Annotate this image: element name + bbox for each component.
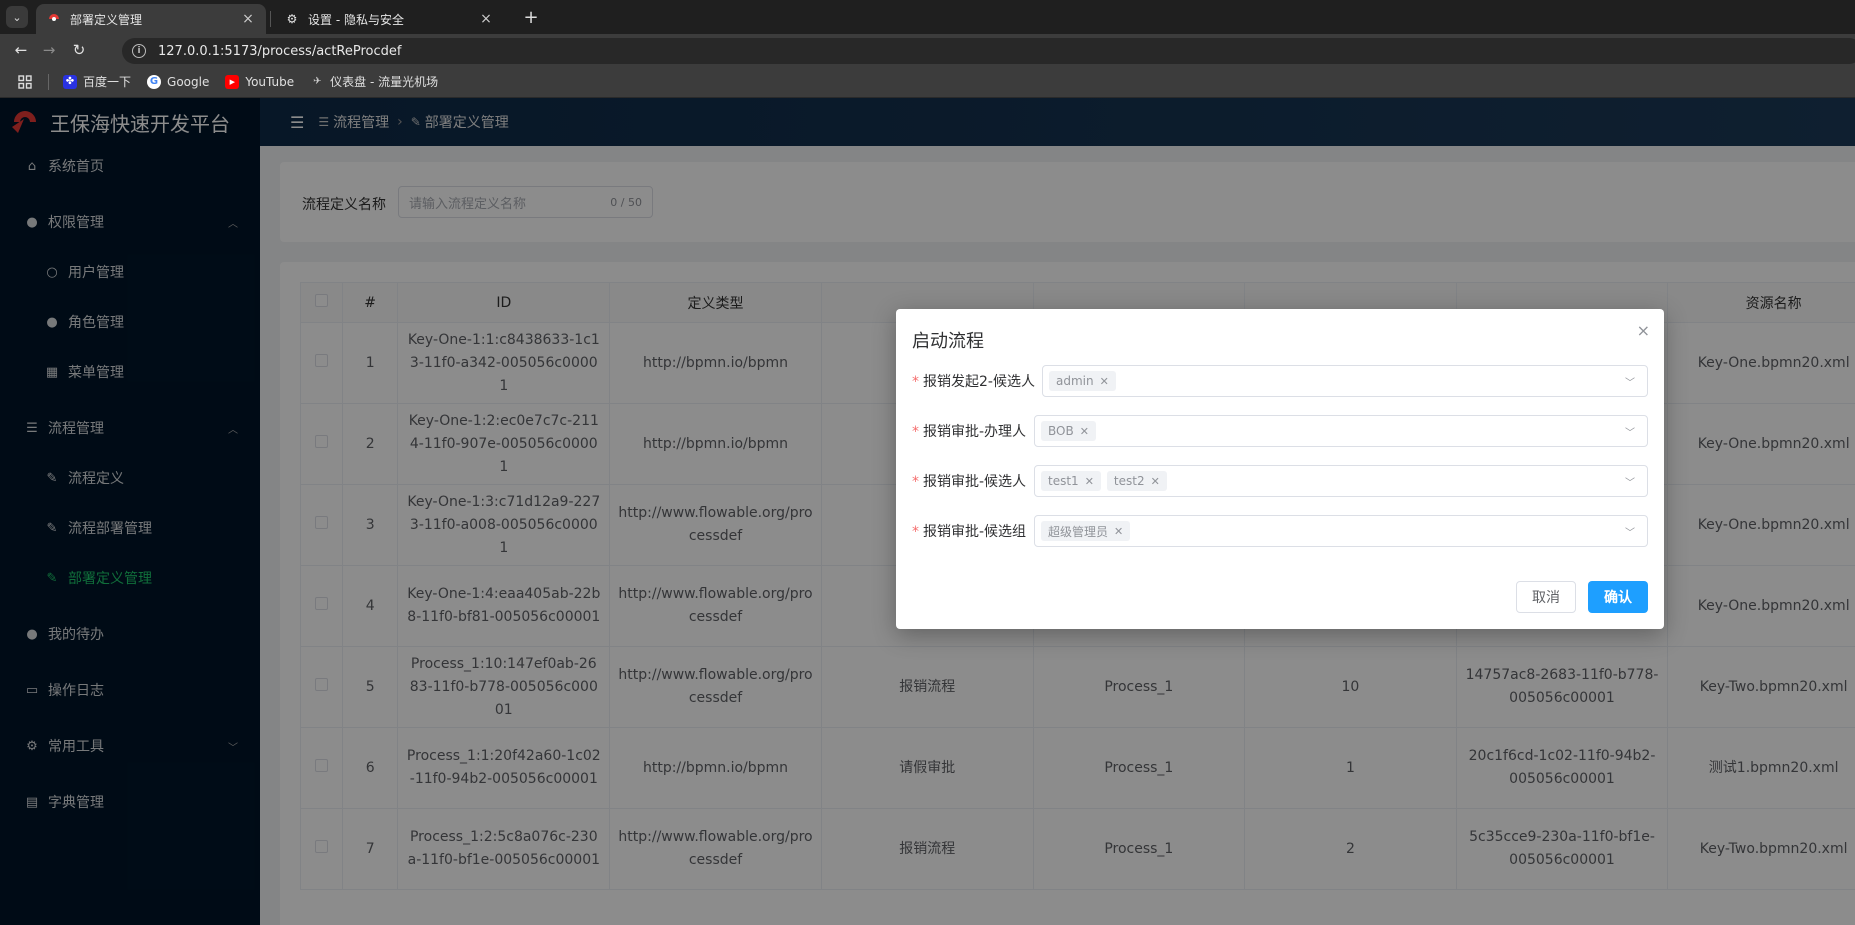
browser-tab-strip: ⌄ 部署定义管理 × ⚙ 设置 - 隐私与安全 × + [0, 0, 1855, 34]
form-label: * 报销审批-候选组 [912, 524, 1027, 540]
form-row-group: * 报销审批-候选组 超级管理员 ✕ ﹀ [912, 515, 1648, 547]
bookmark-google[interactable]: G Google [147, 74, 210, 89]
airplane-icon: ✈ [312, 76, 322, 87]
bookmark-label: YouTube [245, 74, 295, 89]
tab-title: 部署定义管理 [70, 12, 143, 27]
bookmarks-divider [48, 73, 49, 90]
start-process-dialog: 启动流程 × * 报销发起2-候选人 admin ✕ ﹀ * 报销审批-办理人 BOB… [896, 309, 1664, 629]
tab-close-icon[interactable]: × [240, 11, 256, 27]
app-favicon-icon [46, 11, 62, 27]
bookmark-label: 仪表盘 - 流量光机场 [330, 75, 439, 89]
bookmark-dashboard[interactable]: ✈ 仪表盘 - 流量光机场 [310, 73, 438, 90]
chevron-down-icon: ﹀ [1625, 378, 1635, 389]
reload-icon[interactable]: ↻ [68, 39, 90, 61]
dialog-title: 启动流程 [912, 331, 984, 352]
url-text: 127.0.0.1:5173/process/actReProcdef [158, 43, 402, 59]
baidu-paw-icon: ✤ [63, 74, 77, 89]
selected-tag: admin ✕ [1049, 371, 1116, 391]
tag-close-icon[interactable]: ✕ [1100, 375, 1109, 388]
chevron-down-icon: ﹀ [1625, 528, 1635, 539]
confirm-button[interactable]: 确认 [1588, 581, 1648, 613]
new-tab-button[interactable]: + [520, 6, 542, 28]
tag-close-icon[interactable]: ✕ [1151, 475, 1160, 488]
google-icon: G [147, 74, 162, 89]
browser-tab-settings[interactable]: ⚙ 设置 - 隐私与安全 × [274, 4, 504, 34]
address-bar-row: ← → ↻ i 127.0.0.1:5173/process/actReProc… [0, 34, 1855, 66]
bookmark-youtube[interactable]: ▶ YouTube [225, 74, 295, 89]
youtube-icon: ▶ [225, 74, 240, 89]
bookmark-label: Google [167, 74, 210, 89]
tag-close-icon[interactable]: ✕ [1085, 475, 1094, 488]
tab-title: 设置 - 隐私与安全 [308, 12, 404, 27]
site-info-icon[interactable]: i [132, 44, 146, 58]
form-row-handler: * 报销审批-办理人 BOB ✕ ﹀ [912, 415, 1648, 447]
back-arrow-icon[interactable]: ← [10, 39, 32, 61]
form-label: * 报销发起2-候选人 [912, 374, 1035, 390]
chevron-down-icon: ﹀ [1625, 478, 1635, 489]
form-row-initiator: * 报销发起2-候选人 admin ✕ ﹀ [912, 365, 1648, 397]
selected-tag: test1 ✕ [1041, 471, 1101, 491]
selected-tag: BOB ✕ [1041, 421, 1096, 441]
apps-grid-icon[interactable] [18, 74, 32, 89]
chevron-down-icon: ﹀ [1625, 428, 1635, 439]
initiator-select[interactable]: admin ✕ ﹀ [1042, 365, 1648, 397]
tab-divider [270, 11, 271, 27]
form-row-candidates: * 报销审批-候选人 test1 ✕ test2 ✕ ﹀ [912, 465, 1648, 497]
tag-close-icon[interactable]: ✕ [1080, 425, 1089, 438]
bookmark-label: 百度一下 [83, 75, 132, 89]
gear-icon: ⚙ [286, 12, 298, 26]
form-label: * 报销审批-候选人 [912, 474, 1027, 490]
close-icon[interactable]: × [1637, 321, 1650, 340]
url-input[interactable]: i 127.0.0.1:5173/process/actReProcdef [122, 38, 1855, 64]
bookmark-baidu[interactable]: ✤ 百度一下 [63, 73, 131, 90]
bookmarks-bar: ✤ 百度一下 G Google ▶ YouTube ✈ 仪表盘 - 流量光机场 [0, 66, 1855, 98]
forward-arrow-icon[interactable]: → [38, 39, 60, 61]
cancel-button[interactable]: 取消 [1516, 581, 1576, 613]
group-select[interactable]: 超级管理员 ✕ ﹀ [1034, 515, 1648, 547]
selected-tag: test2 ✕ [1106, 471, 1167, 491]
tab-close-icon[interactable]: × [478, 11, 494, 27]
selected-tag: 超级管理员 ✕ [1041, 521, 1131, 541]
form-label: * 报销审批-办理人 [912, 424, 1027, 440]
tab-search-chevron-icon[interactable]: ⌄ [6, 6, 28, 28]
tag-close-icon[interactable]: ✕ [1114, 525, 1123, 538]
handler-select[interactable]: BOB ✕ ﹀ [1034, 415, 1648, 447]
browser-tab-active[interactable]: 部署定义管理 × [36, 4, 266, 34]
candidates-select[interactable]: test1 ✕ test2 ✕ ﹀ [1034, 465, 1648, 497]
